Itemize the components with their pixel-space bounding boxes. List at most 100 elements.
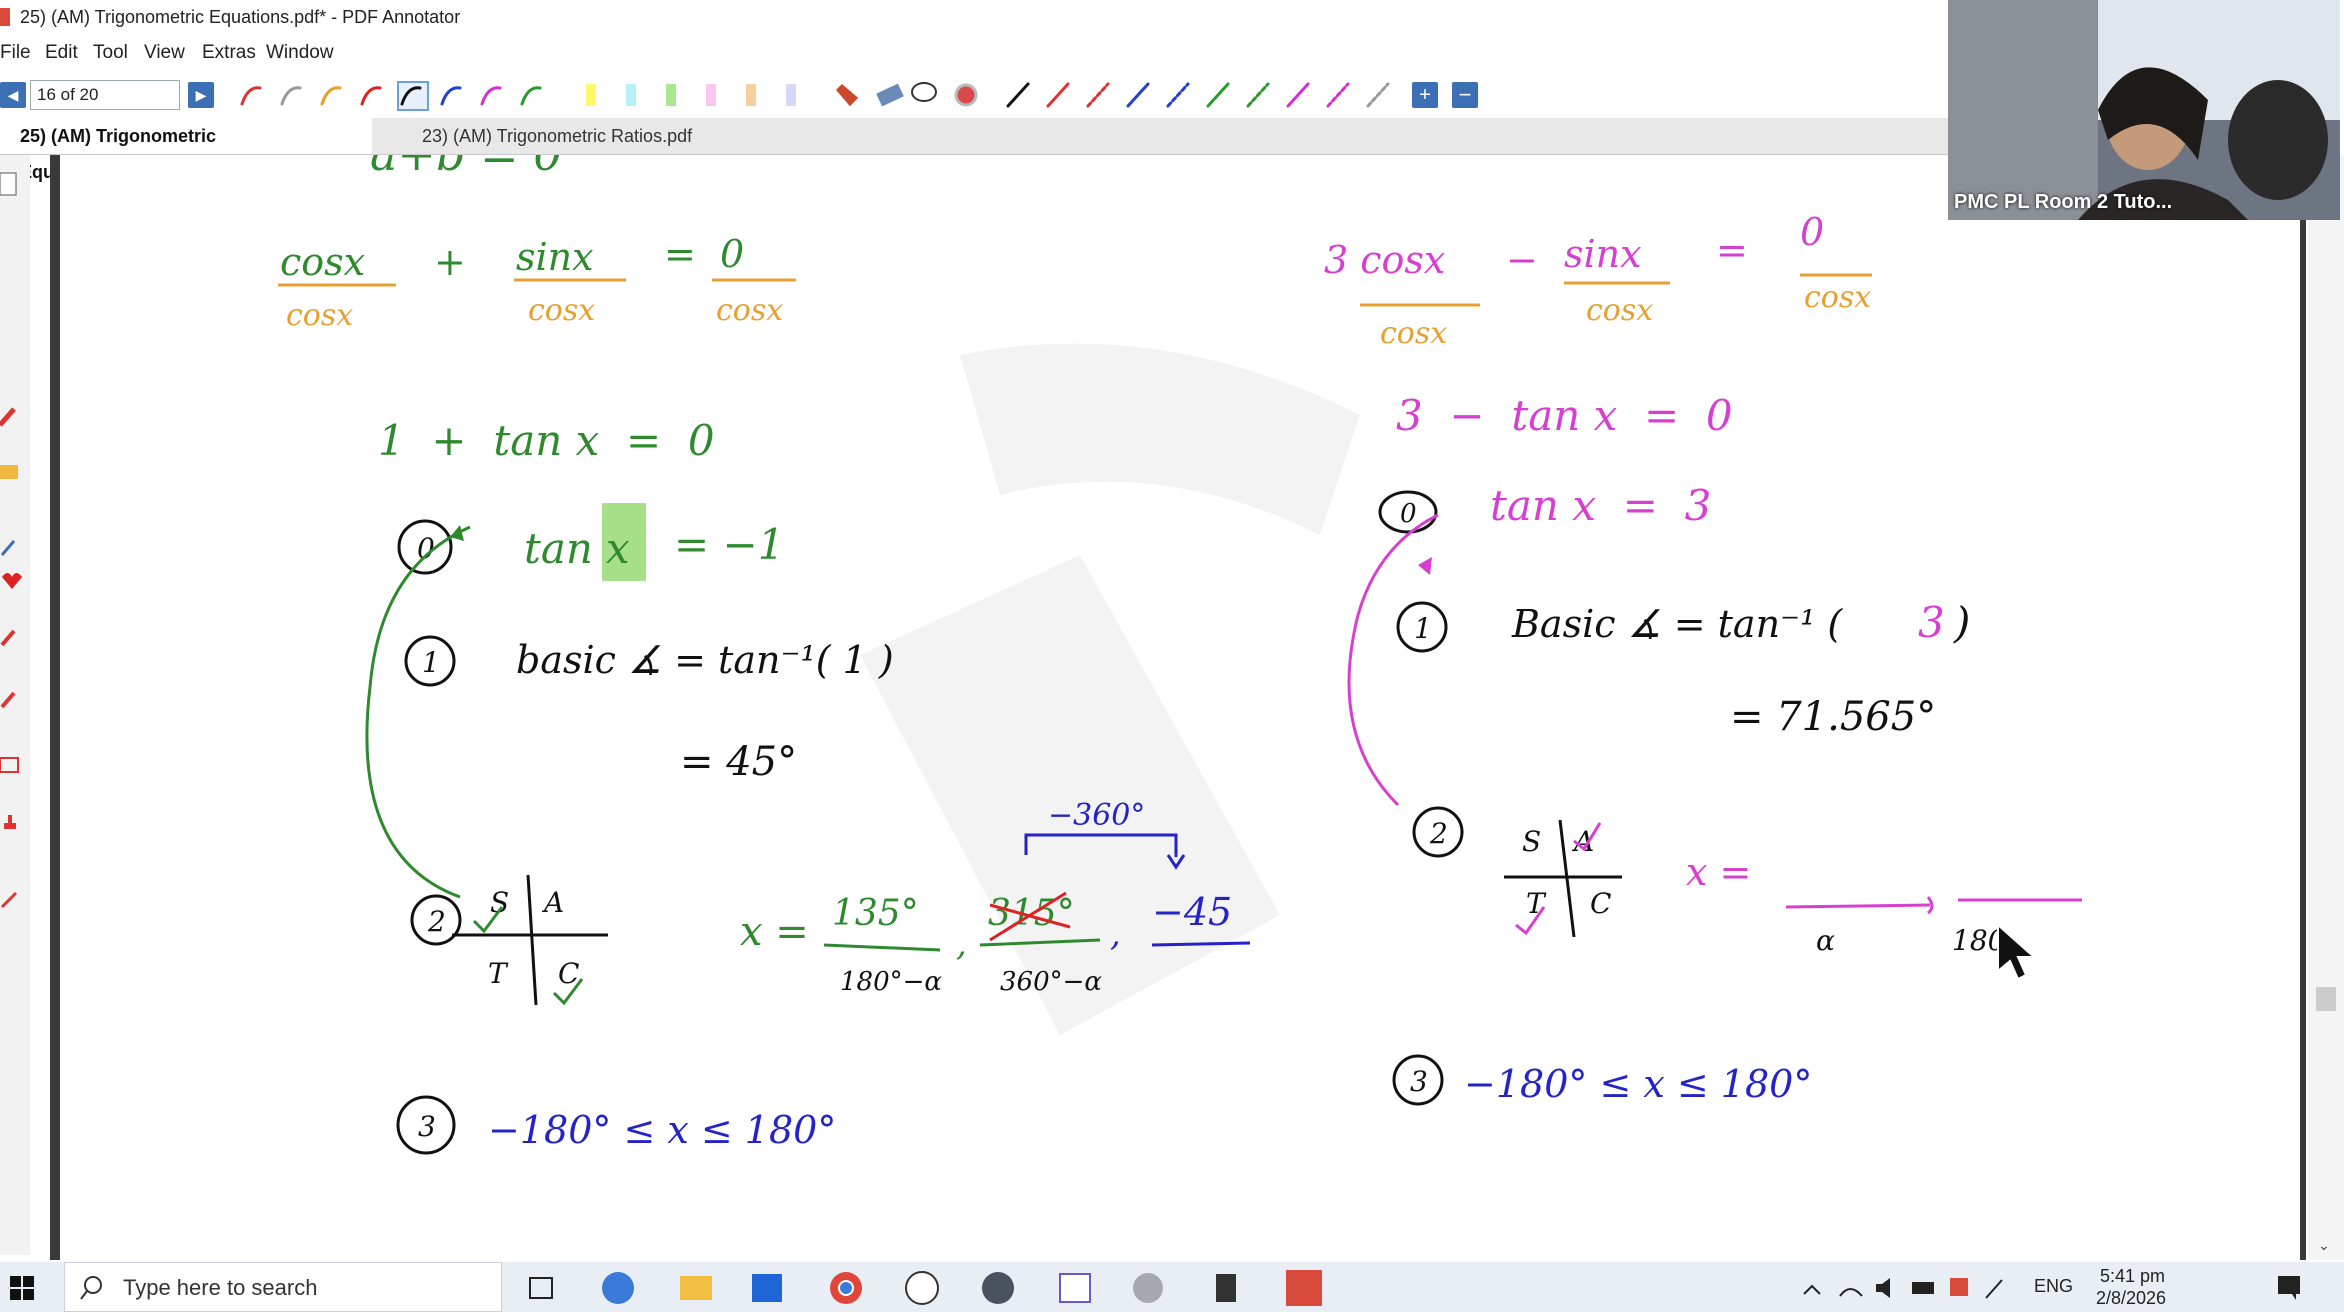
marker-icon — [0, 691, 16, 709]
clock-date[interactable]: 2/8/2026 — [2096, 1288, 2166, 1309]
chair-image — [2228, 80, 2328, 200]
menu-bar: File Edit Tool View Extras Window — [0, 38, 1950, 68]
right-range: −180° ≤ x ≤ 180° — [1464, 1062, 1812, 1106]
line-black-icon — [1006, 82, 1030, 108]
system-tray-icons — [1803, 1278, 2003, 1299]
left-sol2-den: 360°−α — [1000, 967, 1102, 997]
left-eq1-den3: cosx — [716, 293, 783, 328]
pen-green-icon — [520, 86, 542, 106]
title-bar: 25) (AM) Trigonometric Equations.pdf* - … — [0, 0, 1950, 34]
dropbox-icon — [752, 1274, 782, 1302]
zoom-in-button[interactable]: + — [1412, 82, 1438, 108]
pen-tray-icon — [1985, 1279, 2003, 1299]
scroll-down-icon[interactable]: ⌄ — [2318, 1237, 2330, 1254]
menu-file[interactable]: File — [0, 42, 31, 64]
left-sol1-den: 180°−α — [840, 967, 942, 997]
zoom-out-button[interactable]: − — [1452, 82, 1478, 108]
left-step0-rhs: = −1 — [674, 520, 784, 569]
vertical-scrollbar[interactable]: ⌄ — [2308, 155, 2344, 1260]
left-sol1: 135° — [832, 893, 919, 934]
clock-app-icon — [905, 1271, 939, 1305]
prev-page-button[interactable]: ◀ — [0, 82, 26, 108]
pdf-annotator-icon — [1286, 1270, 1322, 1306]
menu-window[interactable]: Window — [266, 42, 334, 64]
right-eq1-den1: cosx — [1380, 316, 1447, 351]
pen-red-icon — [240, 86, 262, 106]
notifications-icon[interactable] — [2276, 1274, 2302, 1300]
taskbar: Type here to search ENG 5:41 pm 2/8/2026 — [0, 1262, 2344, 1312]
menu-edit[interactable]: Edit — [45, 42, 78, 64]
tab-trig-ratios[interactable]: 23) (AM) Trigonometric Ratios.pdf — [402, 118, 742, 154]
lasso-icon — [911, 82, 937, 102]
menu-view[interactable]: View — [144, 42, 185, 64]
clip-icon — [0, 540, 16, 556]
handwritten-notes: a+b = 0 cosx + sinx = 0 cosx cosx cosx 1… — [278, 155, 2082, 1155]
pen-orange-icon — [320, 86, 342, 106]
right-step0-label: 0 — [1400, 499, 1417, 529]
left-x-eq: x = — [740, 909, 809, 955]
tab-trig-equations[interactable]: 25) (AM) Trigonometric Equation...*✕ — [0, 118, 372, 183]
left-eq1-den2: cosx — [528, 293, 595, 328]
right-step3-label: 3 — [1410, 1065, 1428, 1098]
next-page-button[interactable]: ▶ — [188, 82, 214, 108]
taskbar-search-box[interactable]: Type here to search — [64, 1262, 502, 1312]
task-view-icon — [529, 1277, 553, 1299]
left-eq2: 1 + tan x = 0 — [378, 416, 715, 465]
left-arrow — [365, 525, 471, 899]
right-step0: tan x = 3 — [1490, 481, 1711, 530]
annotation-tools — [240, 81, 1390, 111]
volume-icon — [1876, 1278, 1890, 1298]
menu-tool[interactable]: Tool — [93, 42, 128, 64]
search-placeholder: Type here to search — [123, 1275, 318, 1300]
highlighter-green-icon — [666, 84, 676, 106]
right-x-eq: x = — [1686, 850, 1751, 894]
heart-icon — [2, 573, 22, 589]
right-eq1-den3: cosx — [1804, 280, 1871, 315]
pen-icon — [0, 407, 16, 427]
left-eq1-plus: + — [434, 240, 466, 284]
settings-app-icon — [1133, 1273, 1163, 1303]
clock-time[interactable]: 5:41 pm — [2100, 1266, 2165, 1287]
left-step1-label: 1 — [422, 646, 440, 679]
line-green-icon — [1206, 82, 1230, 108]
app-icon — [0, 8, 10, 26]
highlighter-cyan-icon — [626, 84, 636, 106]
left-step2-label: 2 — [427, 905, 446, 938]
left-step0-x: x — [606, 524, 630, 573]
windows-start-icon[interactable] — [10, 1276, 34, 1300]
pen-magenta-icon — [480, 86, 502, 106]
pen-gray-icon — [280, 86, 302, 106]
line-magenta-dashed-icon — [1326, 82, 1350, 108]
line-magenta-icon — [1286, 82, 1310, 108]
toolbar: ◀ ▶ — [0, 74, 1950, 116]
folder-icon — [0, 465, 18, 479]
language-indicator[interactable]: ENG — [2034, 1276, 2073, 1297]
zoom-icon — [602, 1272, 634, 1304]
left-quadrant: S A T C — [452, 874, 608, 1006]
right-quadrant: S A T C — [1504, 819, 1622, 938]
file-explorer-icon — [680, 1276, 712, 1300]
scroll-thumb[interactable] — [2316, 987, 2336, 1011]
eraser-icon — [876, 83, 904, 107]
left-quad-a: A — [541, 886, 564, 919]
left-top-partial: a+b = 0 — [370, 155, 562, 181]
line-blue-icon — [1126, 82, 1150, 108]
app-tray-icon — [1950, 1278, 1968, 1296]
highlighter-lavender-icon — [786, 84, 796, 106]
page-number-field[interactable] — [30, 80, 180, 110]
right-quad-t: T — [1526, 887, 1547, 920]
right-eq2: 3 − tan x = 0 — [1396, 391, 1733, 440]
left-step3-label: 3 — [418, 1110, 436, 1143]
left-eq1-den1: cosx — [286, 298, 353, 333]
right-quad-c: C — [1590, 887, 1611, 920]
battery-icon — [1912, 1282, 1934, 1294]
left-quad-s: S — [490, 886, 509, 919]
left-eq1-term1: cosx — [280, 240, 365, 284]
right-step1-arg: 3 — [1918, 598, 1945, 647]
search-icon — [80, 1276, 102, 1300]
left-eq1-rhs: 0 — [720, 232, 744, 276]
line-blue-dashed-icon — [1166, 82, 1190, 108]
highlighter-yellow-icon — [586, 84, 596, 106]
menu-extras[interactable]: Extras — [202, 42, 256, 64]
right-arrow — [1347, 513, 1439, 807]
